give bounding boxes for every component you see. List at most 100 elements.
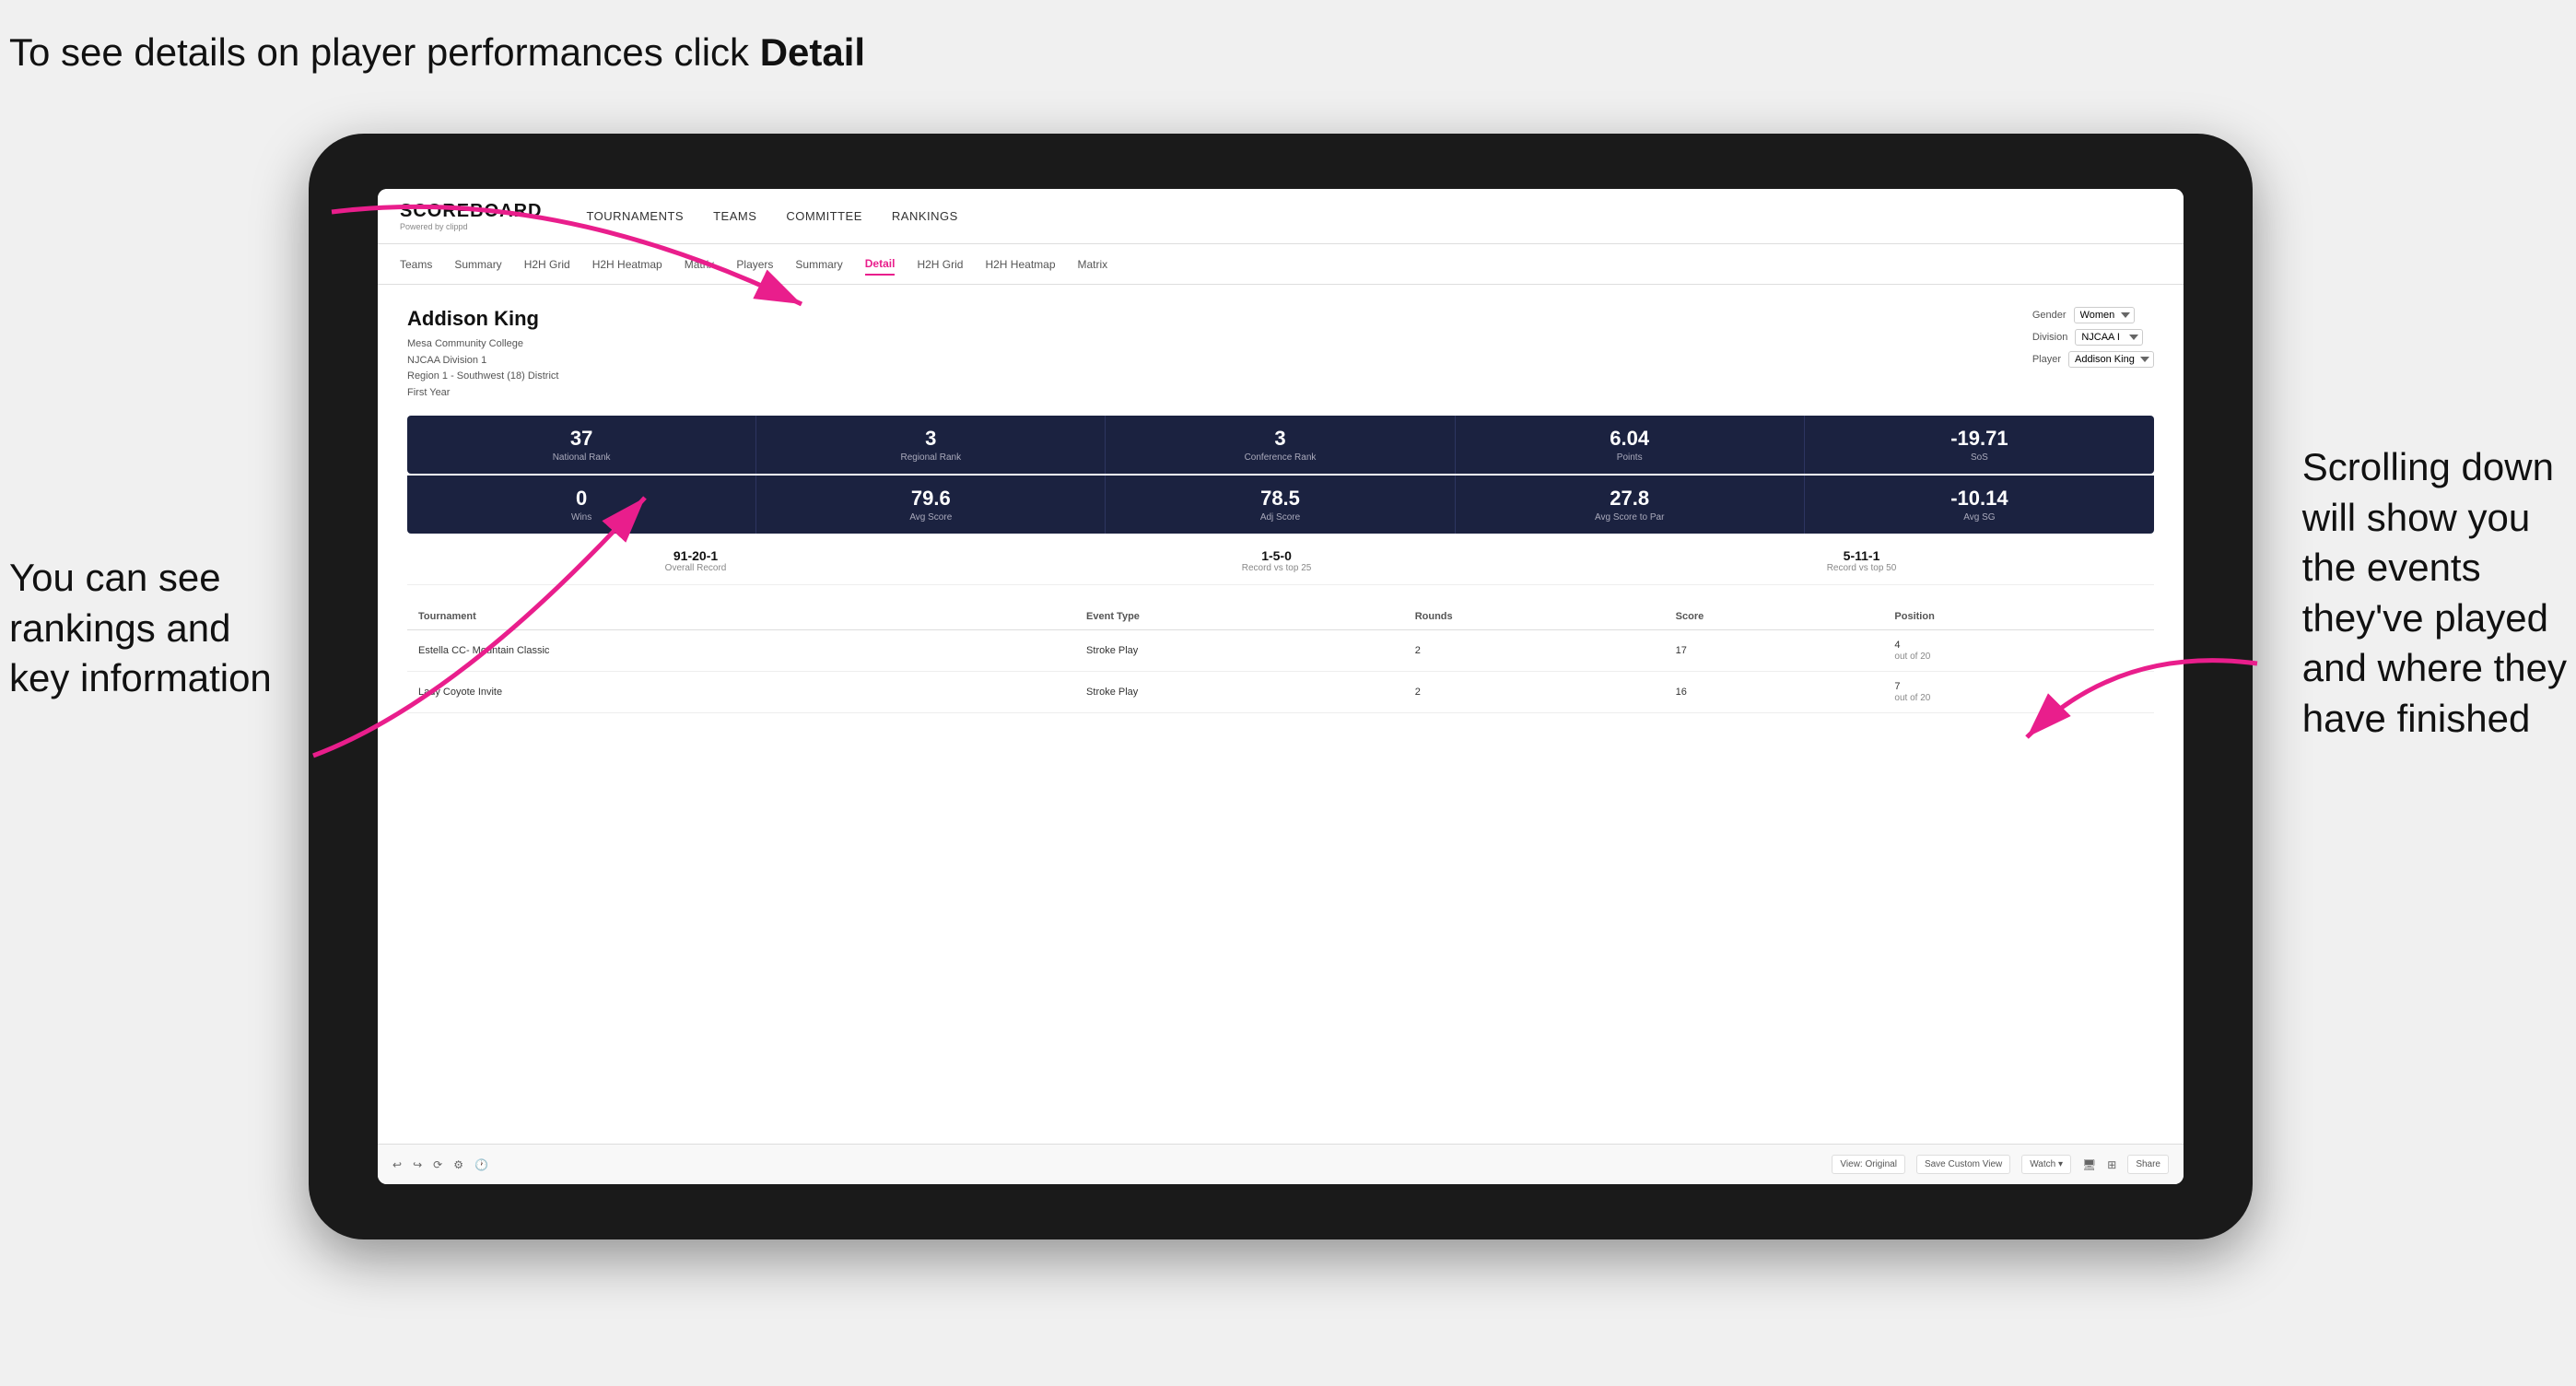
col-event-type: Event Type	[1075, 604, 1404, 630]
stat-label-avgsg: Avg SG	[1820, 512, 2139, 523]
stat-value-points: 6.04	[1470, 427, 1789, 451]
subnav-teams[interactable]: Teams	[400, 254, 432, 275]
settings-icon[interactable]: ⚙	[453, 1158, 463, 1171]
stat-value-avgscore: 79.6	[771, 487, 1090, 511]
stat-regional-rank: 3 Regional Rank	[756, 416, 1106, 474]
subnav-summary2[interactable]: Summary	[795, 254, 842, 275]
record-label-top25: Record vs top 25	[1242, 563, 1312, 573]
record-label-overall: Overall Record	[665, 563, 727, 573]
subnav-summary[interactable]: Summary	[454, 254, 501, 275]
player-name: Addison King	[407, 307, 558, 331]
stat-label-sos: SoS	[1820, 452, 2139, 463]
view-original-btn[interactable]: View: Original	[1832, 1155, 1905, 1174]
redo-icon[interactable]: ↪	[413, 1158, 422, 1171]
stat-value-wins: 0	[422, 487, 741, 511]
annotation-right: Scrolling down will show you the events …	[2302, 442, 2567, 745]
stat-avgscore: 79.6 Avg Score	[756, 476, 1106, 534]
stats-row2: 0 Wins 79.6 Avg Score 78.5 Adj Score 27.…	[407, 476, 2154, 534]
stat-conference-rank: 3 Conference Rank	[1106, 416, 1455, 474]
division-filter-row: Division NJCAA I NJCAA II	[2032, 329, 2154, 346]
tournament-name-2: Lady Coyote Invite	[407, 672, 1075, 713]
score-1: 17	[1665, 630, 1884, 672]
share-btn[interactable]: Share	[2127, 1155, 2169, 1174]
player-select[interactable]: Addison King	[2068, 351, 2154, 368]
gender-filter-row: Gender Women Men	[2032, 307, 2154, 323]
record-value-overall: 91-20-1	[665, 548, 727, 563]
nav-rankings[interactable]: RANKINGS	[892, 206, 958, 227]
scoreboard-logo: SCOREBOARD Powered by clippd	[400, 201, 542, 231]
undo-icon[interactable]: ↩	[392, 1158, 402, 1171]
stat-label-regional: Regional Rank	[771, 452, 1090, 463]
stat-avgsg: -10.14 Avg SG	[1805, 476, 2154, 534]
col-tournament: Tournament	[407, 604, 1075, 630]
record-label-top50: Record vs top 50	[1827, 563, 1897, 573]
screen-icon[interactable]: 🖥	[2082, 1158, 2096, 1171]
annotation-top-left: To see details on player performances cl…	[9, 28, 865, 78]
content-area: Addison King Mesa Community College NJCA…	[378, 285, 2184, 1144]
player-info-left: Addison King Mesa Community College NJCA…	[407, 307, 558, 401]
tournament-name-1: Estella CC- Mountain Classic	[407, 630, 1075, 672]
division-label: Division	[2032, 332, 2068, 343]
top-nav: SCOREBOARD Powered by clippd TOURNAMENTS…	[378, 189, 2184, 244]
records-row: 91-20-1 Overall Record 1-5-0 Record vs t…	[407, 548, 2154, 585]
subnav-h2hgrid[interactable]: H2H Grid	[524, 254, 570, 275]
player-school: Mesa Community College NJCAA Division 1 …	[407, 336, 558, 401]
logo-sub: Powered by clippd	[400, 222, 542, 231]
record-value-top50: 5-11-1	[1827, 548, 1897, 563]
stat-label-avgscore-par: Avg Score to Par	[1470, 512, 1789, 523]
stat-adjscore: 78.5 Adj Score	[1106, 476, 1455, 534]
col-position: Position	[1883, 604, 2154, 630]
main-content: Addison King Mesa Community College NJCA…	[378, 285, 2184, 1184]
score-2: 16	[1665, 672, 1884, 713]
subnav-matrix[interactable]: Matrix	[685, 254, 715, 275]
stat-value-avgsg: -10.14	[1820, 487, 2139, 511]
record-overall: 91-20-1 Overall Record	[665, 548, 727, 573]
stat-value-regional: 3	[771, 427, 1090, 451]
subnav-players[interactable]: Players	[736, 254, 773, 275]
subnav-h2hgrid2[interactable]: H2H Grid	[917, 254, 963, 275]
record-top25: 1-5-0 Record vs top 25	[1242, 548, 1312, 573]
position-2: 7out of 20	[1883, 672, 2154, 713]
player-info-right: Gender Women Men Division NJCAA I NJCAA …	[2032, 307, 2154, 401]
stat-value-conference: 3	[1120, 427, 1439, 451]
nav-committee[interactable]: COMMITTEE	[786, 206, 862, 227]
record-top50: 5-11-1 Record vs top 50	[1827, 548, 1897, 573]
nav-tournaments[interactable]: TOURNAMENTS	[586, 206, 684, 227]
tournament-table: Tournament Event Type Rounds Score Posit…	[407, 604, 2154, 713]
stat-national-rank: 37 National Rank	[407, 416, 756, 474]
tablet-screen: SCOREBOARD Powered by clippd TOURNAMENTS…	[378, 189, 2184, 1184]
record-value-top25: 1-5-0	[1242, 548, 1312, 563]
stat-points: 6.04 Points	[1456, 416, 1805, 474]
table-row: Estella CC- Mountain Classic Stroke Play…	[407, 630, 2154, 672]
stat-value-adjscore: 78.5	[1120, 487, 1439, 511]
stat-label-avgscore: Avg Score	[771, 512, 1090, 523]
stat-label-adjscore: Adj Score	[1120, 512, 1439, 523]
expand-icon[interactable]: ⊞	[2107, 1158, 2116, 1171]
clock-icon[interactable]: 🕐	[474, 1158, 488, 1171]
subnav-h2hheatmap2[interactable]: H2H Heatmap	[985, 254, 1055, 275]
annotation-bottom-left: You can see rankings and key information	[9, 553, 272, 704]
event-type-1: Stroke Play	[1075, 630, 1404, 672]
gender-label: Gender	[2032, 310, 2067, 321]
bottom-toolbar: ↩ ↪ ⟳ ⚙ 🕐 View: Original Save Custom Vie…	[378, 1144, 2184, 1184]
player-header: Addison King Mesa Community College NJCA…	[407, 307, 2154, 401]
refresh-icon[interactable]: ⟳	[433, 1158, 442, 1171]
stat-label-conference: Conference Rank	[1120, 452, 1439, 463]
position-1: 4out of 20	[1883, 630, 2154, 672]
stats-row1: 37 National Rank 3 Regional Rank 3 Confe…	[407, 416, 2154, 474]
save-custom-view-btn[interactable]: Save Custom View	[1916, 1155, 2010, 1174]
gender-select[interactable]: Women Men	[2074, 307, 2135, 323]
stat-label-points: Points	[1470, 452, 1789, 463]
subnav-detail[interactable]: Detail	[865, 253, 896, 276]
stat-value-sos: -19.71	[1820, 427, 2139, 451]
stat-label-national: National Rank	[422, 452, 741, 463]
subnav-matrix2[interactable]: Matrix	[1078, 254, 1108, 275]
rounds-1: 2	[1404, 630, 1665, 672]
sub-nav: Teams Summary H2H Grid H2H Heatmap Matri…	[378, 244, 2184, 285]
watch-btn[interactable]: Watch ▾	[2021, 1155, 2071, 1174]
nav-teams[interactable]: TEAMS	[713, 206, 756, 227]
subnav-h2hheatmap[interactable]: H2H Heatmap	[592, 254, 662, 275]
tablet-frame: SCOREBOARD Powered by clippd TOURNAMENTS…	[309, 134, 2253, 1239]
stat-label-wins: Wins	[422, 512, 741, 523]
division-select[interactable]: NJCAA I NJCAA II	[2075, 329, 2143, 346]
